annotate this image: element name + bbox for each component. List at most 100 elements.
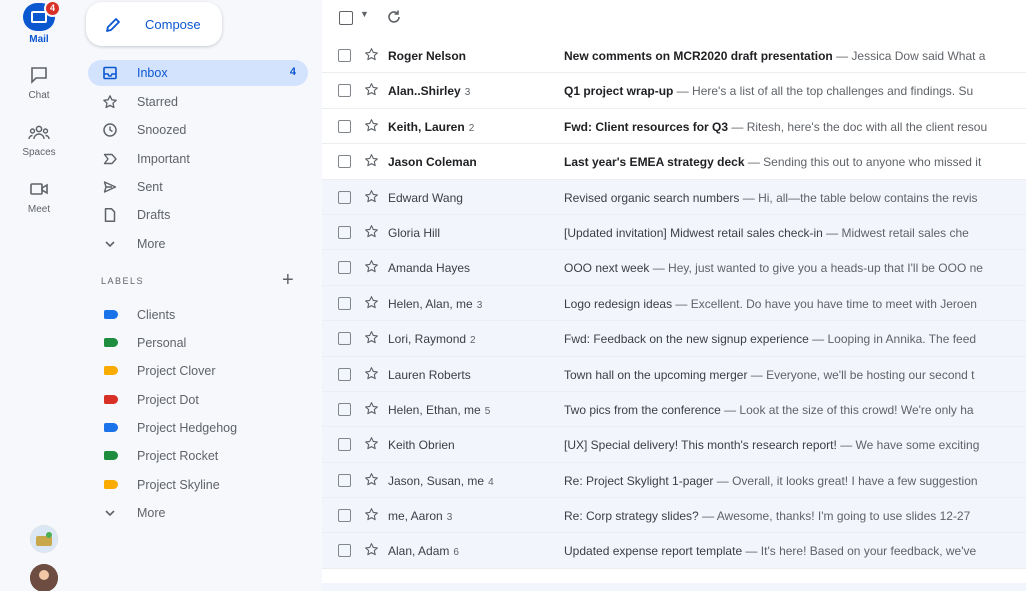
rail-meet[interactable]: Meet — [0, 180, 78, 215]
email-checkbox[interactable] — [338, 119, 351, 133]
label-tag-icon — [104, 480, 118, 489]
star-icon[interactable] — [364, 542, 379, 557]
sender-name: Lauren Roberts — [388, 367, 471, 382]
star-icon[interactable] — [364, 153, 379, 168]
refresh-icon[interactable] — [386, 9, 402, 25]
star-icon[interactable] — [364, 507, 379, 522]
thread-count: 3 — [476, 299, 483, 311]
email-row[interactable]: Keith, Lauren 2 Fwd: Client resources for … — [322, 108, 1026, 145]
email-snippet: — Here's a list of all the top challenge… — [673, 84, 974, 99]
chevron-down-icon — [105, 510, 115, 517]
email-preview: [UX] Special delivery! This month's rese… — [564, 438, 1026, 452]
rail-chat[interactable]: Chat — [0, 66, 78, 101]
nav-item-important[interactable]: Important — [88, 146, 308, 172]
add-label-button[interactable]: + — [282, 270, 294, 290]
email-snippet: — Awesome, thanks! I'm going to use slid… — [698, 509, 971, 524]
email-row[interactable]: Keith Obrien [UX] Special delivery! This … — [322, 427, 1026, 463]
email-row[interactable]: Lori, Raymond 2 Fwd: Feedback on the new s… — [322, 321, 1026, 357]
star-icon[interactable] — [364, 366, 379, 381]
email-checkbox[interactable] — [338, 332, 351, 346]
email-subject: [UX] Special delivery! This month's rese… — [564, 438, 837, 453]
email-checkbox[interactable] — [338, 473, 351, 487]
label-item-project-clover[interactable]: Project Clover — [88, 358, 308, 384]
star-icon[interactable] — [364, 330, 379, 345]
star-icon[interactable] — [364, 118, 379, 133]
sender-name: Alan, Adam — [388, 544, 450, 559]
label-item-project-rocket[interactable]: Project Rocket — [88, 443, 308, 469]
nav-item-sent[interactable]: Sent — [88, 174, 308, 200]
email-row[interactable]: Lauren Roberts Town hall on the upcoming … — [322, 356, 1026, 392]
email-row[interactable]: Helen, Alan, me 3 Logo redesign ideas — Ex… — [322, 285, 1026, 322]
nav-item-more[interactable]: More — [88, 231, 308, 257]
nav-item-inbox[interactable]: Inbox 4 — [88, 60, 308, 86]
star-icon[interactable] — [364, 436, 379, 451]
chevron-down-icon — [105, 241, 115, 248]
nav-label: Inbox — [137, 66, 168, 80]
email-row[interactable]: Jason Coleman Last year's EMEA strategy d… — [322, 144, 1026, 180]
email-preview: [Updated invitation] Midwest retail sale… — [564, 226, 1026, 240]
star-icon[interactable] — [364, 472, 379, 487]
nav-item-drafts[interactable]: Drafts — [88, 202, 308, 228]
sender-name: Edward Wang — [388, 190, 463, 205]
star-icon[interactable] — [364, 401, 379, 416]
email-row[interactable]: Edward Wang Revised organic search number… — [322, 179, 1026, 215]
thread-count: 2 — [470, 335, 476, 347]
compose-button[interactable]: Compose — [86, 2, 222, 46]
thread-count: 6 — [453, 547, 459, 559]
email-row[interactable]: Roger Nelson New comments on MCR2020 draf… — [322, 38, 1026, 74]
star-icon[interactable] — [364, 82, 379, 97]
email-subject: Fwd: Client resources for Q3 — [564, 119, 729, 134]
labels-more[interactable]: More — [88, 500, 308, 526]
label-item-project-hedgehog[interactable]: Project Hedgehog — [88, 415, 308, 441]
email-row[interactable]: Gloria Hill [Updated invitation] Midwest … — [322, 214, 1026, 251]
email-snippet: — Jessica Dow said What a — [832, 49, 986, 63]
account-avatar-2[interactable] — [30, 564, 58, 591]
email-subject: Two pics from the conference — [564, 402, 721, 417]
star-icon[interactable] — [364, 47, 379, 62]
email-sender: Lori, Raymond 2 — [388, 332, 476, 346]
email-checkbox[interactable] — [338, 367, 351, 381]
email-checkbox[interactable] — [338, 296, 351, 310]
thread-count: 5 — [484, 405, 491, 417]
email-row[interactable]: me, Aaron 3 Re: Corp strategy slides? — Aw… — [322, 498, 1026, 534]
email-row[interactable]: Amanda Hayes OOO next week — Hey, just wa… — [322, 250, 1026, 286]
account-avatar-1[interactable] — [30, 525, 58, 553]
email-checkbox[interactable] — [338, 225, 351, 239]
star-icon[interactable] — [364, 224, 379, 239]
rail-spaces[interactable]: Spaces — [0, 123, 78, 158]
star-icon[interactable] — [364, 295, 379, 310]
email-checkbox[interactable] — [338, 402, 351, 416]
email-subject: Logo redesign ideas — [564, 296, 673, 311]
star-icon[interactable] — [364, 259, 379, 274]
sender-name: Jason Coleman — [388, 155, 477, 170]
email-subject: Updated expense report template — [564, 544, 743, 559]
email-checkbox[interactable] — [338, 155, 351, 169]
label-name: Personal — [137, 336, 187, 350]
email-checkbox[interactable] — [338, 261, 351, 275]
email-checkbox[interactable] — [338, 544, 351, 558]
star-icon — [103, 95, 117, 109]
nav-item-snoozed[interactable]: Snoozed — [88, 117, 308, 143]
email-row[interactable]: Alan..Shirley 3 Q1 project wrap-up — Here'… — [322, 73, 1026, 109]
email-row[interactable]: Jason, Susan, me 4 Re: Project Skylight 1-… — [322, 462, 1026, 499]
sender-name: Jason, Susan, me — [388, 473, 485, 488]
email-checkbox[interactable] — [338, 509, 351, 523]
email-checkbox[interactable] — [338, 438, 351, 452]
label-item-clients[interactable]: Clients — [88, 302, 308, 328]
select-menu-chevron-icon[interactable]: ▼ — [360, 9, 369, 19]
label-item-project-skyline[interactable]: Project Skyline — [88, 472, 308, 498]
email-row[interactable]: Alan, Adam 6 Updated expense report templa… — [322, 533, 1026, 569]
star-icon[interactable] — [364, 189, 379, 204]
chat-icon — [31, 67, 47, 84]
label-item-project-dot[interactable]: Project Dot — [88, 387, 308, 413]
email-checkbox[interactable] — [338, 84, 351, 98]
nav-item-starred[interactable]: Starred — [88, 89, 308, 115]
select-all-checkbox[interactable] — [339, 11, 353, 25]
sender-name: Amanda Hayes — [388, 261, 471, 276]
email-snippet: — We have some exciting — [836, 438, 980, 453]
email-row[interactable]: Helen, Ethan, me 5 Two pics from the confe… — [322, 391, 1026, 428]
email-sender: Alan..Shirley 3 — [388, 84, 470, 98]
email-checkbox[interactable] — [338, 49, 351, 62]
label-item-personal[interactable]: Personal — [88, 330, 308, 356]
email-checkbox[interactable] — [338, 190, 351, 204]
